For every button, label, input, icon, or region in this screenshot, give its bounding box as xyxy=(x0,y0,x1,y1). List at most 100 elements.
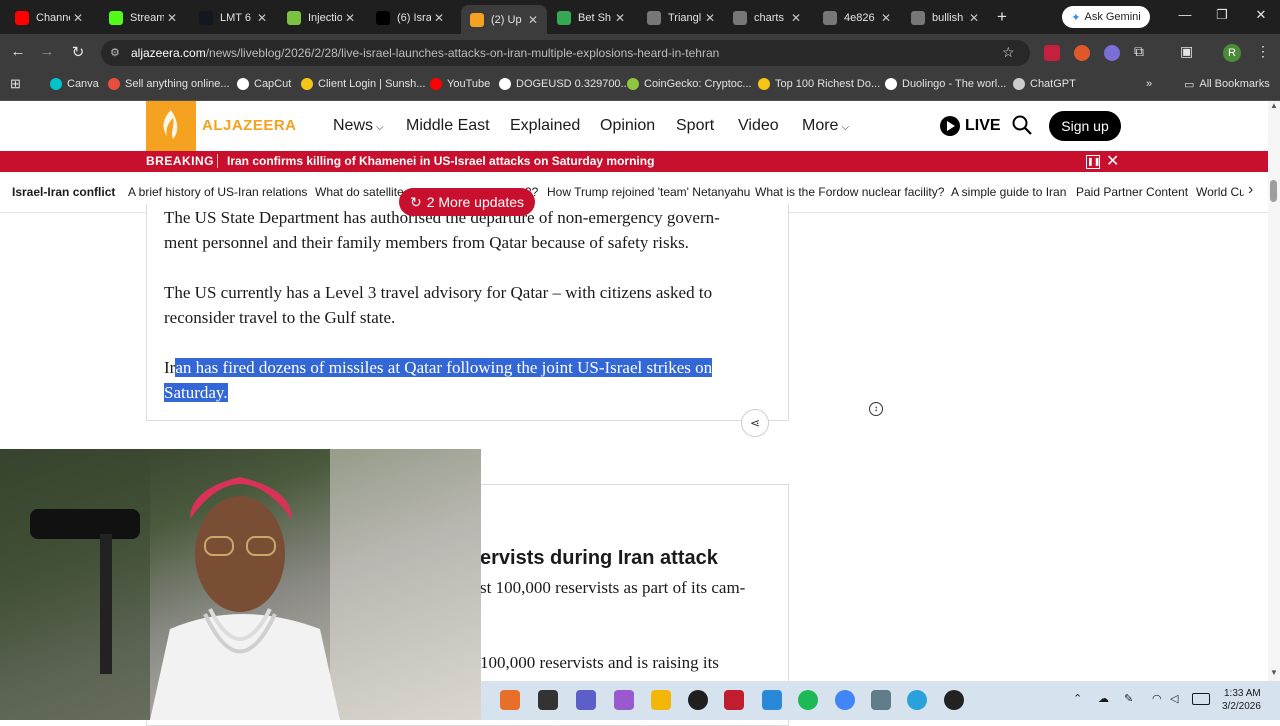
bookmark-item[interactable]: ChatGPT xyxy=(1013,77,1076,91)
scroll-up-arrow-icon[interactable]: ▲ xyxy=(1270,101,1278,110)
close-tab-icon[interactable]: ✕ xyxy=(431,11,447,25)
close-tab-icon[interactable]: ✕ xyxy=(164,11,180,25)
bookmark-item[interactable]: YouTube xyxy=(430,77,490,91)
telegram-icon[interactable] xyxy=(907,690,927,710)
dell-icon[interactable] xyxy=(688,690,708,710)
pocket-extension-icon[interactable] xyxy=(1044,45,1060,61)
bookmark-item[interactable]: Canva xyxy=(50,77,99,91)
browser-tab[interactable]: Stream ✕ xyxy=(100,5,186,31)
pause-icon[interactable]: ❚❚ xyxy=(1086,155,1100,169)
nav-video[interactable]: Video xyxy=(738,117,779,135)
bookmark-star-icon[interactable]: ☆ xyxy=(1002,44,1015,61)
reading-mode-icon[interactable]: ▣ xyxy=(1180,43,1193,60)
search-icon[interactable] xyxy=(1011,114,1033,136)
reload-button[interactable]: ↻ xyxy=(67,43,89,61)
bookmark-item[interactable]: Client Login | Sunsh... xyxy=(301,77,425,91)
topic-link[interactable]: A simple guide to Iran xyxy=(951,185,1066,199)
close-window-button[interactable]: ✕ xyxy=(1246,7,1276,23)
taskbar-time[interactable]: 1:33 AM xyxy=(1224,688,1261,699)
close-tab-icon[interactable]: ✕ xyxy=(966,11,982,25)
spotify-icon[interactable] xyxy=(798,690,818,710)
close-tab-icon[interactable]: ✕ xyxy=(878,11,894,25)
browser-tab[interactable]: charts ✕ xyxy=(724,5,810,31)
close-tab-icon[interactable]: ✕ xyxy=(342,11,358,25)
topic-link[interactable]: A brief history of US-Iran relations xyxy=(128,185,307,199)
browser-tab[interactable]: Channe✕ xyxy=(6,5,92,31)
browser-tab[interactable]: 4e826 ✕ xyxy=(814,5,900,31)
battery-icon[interactable] xyxy=(1192,693,1210,705)
all-bookmarks-button[interactable]: ▭ All Bookmarks xyxy=(1184,77,1270,91)
nav-explained[interactable]: Explained xyxy=(510,117,580,135)
live-play-icon[interactable] xyxy=(940,116,960,136)
nav-opinion[interactable]: Opinion xyxy=(600,117,655,135)
tray-icon[interactable]: ✎ xyxy=(1124,692,1133,705)
back-button[interactable]: ← xyxy=(7,43,29,60)
copilot-icon[interactable] xyxy=(614,690,634,710)
wifi-icon[interactable]: ◠ xyxy=(1152,692,1162,705)
forward-button[interactable]: → xyxy=(36,43,58,60)
site-info-icon[interactable]: ⚙ xyxy=(110,46,120,59)
bookmark-item[interactable]: CoinGecko: Cryptoc... xyxy=(627,77,752,91)
browser-tab[interactable]: Triangl ✕ xyxy=(638,5,724,31)
extension-icon[interactable] xyxy=(1074,45,1090,61)
aljazeera-logo-icon[interactable] xyxy=(146,101,196,151)
app-icon[interactable] xyxy=(944,690,964,710)
calculator-icon[interactable] xyxy=(871,690,891,710)
browser-tab[interactable]: LMT 6 ✕ xyxy=(190,5,276,31)
task-view-icon[interactable] xyxy=(538,690,558,710)
topic-link[interactable]: How Trump rejoined 'team' Netanyahu xyxy=(547,185,750,199)
nav-more[interactable]: More ⌵ xyxy=(802,117,849,135)
chevron-right-icon[interactable]: › xyxy=(1248,181,1253,199)
nav-sport[interactable]: Sport xyxy=(676,117,714,135)
extensions-puzzle-icon[interactable]: ⧉ xyxy=(1134,43,1144,60)
bookmark-item[interactable]: Top 100 Richest Do... xyxy=(758,77,880,91)
widgets-icon[interactable] xyxy=(500,690,520,710)
breaking-headline-link[interactable]: Iran confirms killing of Khamenei in US-… xyxy=(227,154,654,168)
close-tab-icon[interactable]: ✕ xyxy=(525,13,541,27)
sign-up-button[interactable]: Sign up xyxy=(1049,111,1121,141)
chrome-icon[interactable] xyxy=(835,690,855,710)
topic-link[interactable]: World Cu xyxy=(1196,185,1244,199)
bookmark-item[interactable]: Duolingo - The worl... xyxy=(885,77,1006,91)
profile-avatar[interactable]: R xyxy=(1223,44,1241,62)
close-tab-icon[interactable]: ✕ xyxy=(612,11,628,25)
scroll-down-arrow-icon[interactable]: ▼ xyxy=(1270,668,1278,677)
bookmark-item[interactable]: DOGEUSD 0.329700... xyxy=(499,77,630,91)
close-tab-icon[interactable]: ✕ xyxy=(788,11,804,25)
maximize-window-button[interactable]: ❐ xyxy=(1207,7,1237,23)
tray-icon[interactable]: ☁ xyxy=(1098,692,1109,705)
browser-tab[interactable]: Bet Sh ✕ xyxy=(548,5,634,31)
nav-middle-east[interactable]: Middle East xyxy=(406,117,490,135)
close-tab-icon[interactable]: ✕ xyxy=(254,11,270,25)
browser-menu-icon[interactable]: ⋮ xyxy=(1256,43,1270,60)
close-tab-icon[interactable]: ✕ xyxy=(702,11,718,25)
browser-tab[interactable]: (2) Up ✕ xyxy=(461,5,547,34)
taskbar-date[interactable]: 3/2/2026 xyxy=(1222,701,1261,712)
apps-grid-icon[interactable]: ⊞ xyxy=(10,76,21,92)
teams-icon[interactable] xyxy=(576,690,596,710)
bookmark-item[interactable]: Sell anything online... xyxy=(108,77,230,91)
bookmark-item[interactable]: CapCut xyxy=(237,77,291,91)
more-updates-button[interactable]: ↻ 2 More updates xyxy=(399,188,535,216)
scrollbar-thumb[interactable] xyxy=(1270,180,1277,202)
browser-tab[interactable]: bullish ✕ xyxy=(902,5,988,31)
topic-link[interactable]: What do satellite xyxy=(315,185,404,199)
chevron-up-icon[interactable]: ⌃ xyxy=(1073,692,1082,705)
close-tab-icon[interactable]: ✕ xyxy=(70,11,86,25)
browser-tab[interactable]: (6) Isra ✕ xyxy=(367,5,453,31)
mcafee-icon[interactable] xyxy=(724,690,744,710)
minimize-window-button[interactable]: — xyxy=(1170,7,1200,22)
update-headline[interactable]: ervists during Iran attack xyxy=(480,547,718,570)
new-tab-button[interactable]: + xyxy=(992,7,1012,27)
topic-link[interactable]: Paid Partner Content xyxy=(1076,185,1188,199)
nav-news[interactable]: News ⌵ xyxy=(333,117,384,135)
site-logo-text[interactable]: ALJAZEERA xyxy=(202,117,297,134)
topic-link[interactable]: Israel-Iran conflict xyxy=(12,185,115,199)
ask-gemini-button[interactable]: ✦ Ask Gemini xyxy=(1062,6,1150,28)
photos-icon[interactable] xyxy=(762,690,782,710)
file-explorer-icon[interactable] xyxy=(651,690,671,710)
speaker-icon[interactable]: ◁ xyxy=(1170,692,1178,705)
extension-icon[interactable] xyxy=(1104,45,1120,61)
live-link[interactable]: LIVE xyxy=(965,117,1001,135)
browser-tab[interactable]: Injectio ✕ xyxy=(278,5,364,31)
